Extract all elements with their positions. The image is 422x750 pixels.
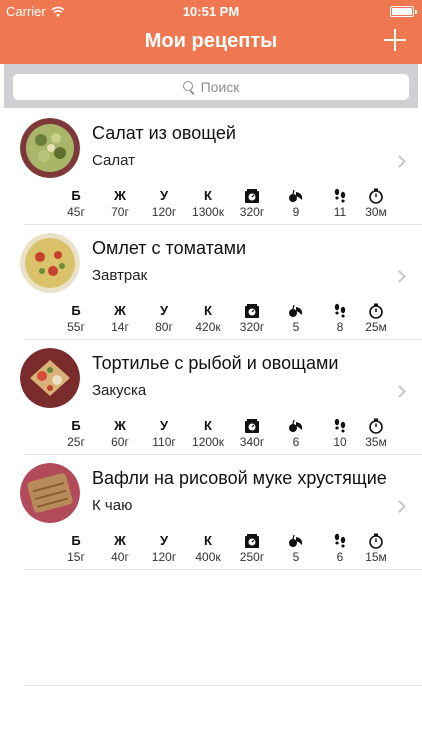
scale-icon bbox=[245, 419, 259, 433]
stopwatch-icon bbox=[369, 418, 383, 434]
kcal-stat: К 1200к bbox=[192, 418, 224, 449]
protein-stat: Б 25г bbox=[67, 418, 85, 449]
recipe-row[interactable]: Омлет с томатами Завтрак Б 55г Ж 14г У 80г … bbox=[20, 225, 422, 340]
search-placeholder: Поиск bbox=[200, 79, 240, 95]
fat-stat: Ж 14г bbox=[111, 303, 129, 334]
scale-icon bbox=[245, 304, 259, 318]
recipe-row[interactable]: Вафли на рисовой муке хрустящие К чаю Б1… bbox=[20, 455, 422, 570]
stopwatch-icon bbox=[369, 303, 383, 319]
carbs-stat: У 120г bbox=[151, 533, 177, 564]
ingredients-stat: 5 bbox=[276, 533, 316, 564]
list-separator bbox=[24, 685, 422, 686]
search-input[interactable]: Поиск bbox=[13, 74, 409, 100]
kcal-stat: К 400к bbox=[195, 533, 221, 564]
time-stat: 25м bbox=[356, 303, 396, 334]
footsteps-icon bbox=[334, 303, 346, 318]
fat-stat: Ж 70г bbox=[111, 188, 129, 219]
search-icon bbox=[182, 81, 195, 93]
search-bar: Поиск bbox=[4, 64, 418, 108]
recipe-name: Вафли на рисовой муке хрустящие bbox=[92, 468, 387, 488]
kcal-stat: К 1300к bbox=[192, 188, 224, 219]
steps-stat: 11 bbox=[320, 188, 360, 219]
recipe-stats: Б 45г Ж 70г У 120г К 1300к 320г 9 11 30м bbox=[56, 188, 387, 220]
carbs-stat: У 120г bbox=[151, 188, 177, 219]
fat-stat: Ж 60г bbox=[111, 418, 129, 449]
top-bar: Carrier 10:51 PM Мои рецепты bbox=[0, 0, 422, 64]
battery-icon bbox=[390, 6, 417, 17]
time-stat: 30м bbox=[356, 188, 396, 219]
time-stat: 35м bbox=[356, 418, 396, 449]
steps-stat: 6 bbox=[320, 533, 360, 564]
recipe-stats: Б 15г Ж 40г У 120г К 400к 250г 5 6 15м bbox=[56, 533, 387, 565]
stopwatch-icon bbox=[369, 533, 383, 549]
recipe-row[interactable]: Салат из овощей Салат Б 45г Ж 70г У 120г К1… bbox=[20, 110, 422, 225]
recipe-name: Тортилье с рыбой и овощами bbox=[92, 353, 339, 373]
ingredients-stat: 5 bbox=[276, 303, 316, 334]
recipe-category: Салат bbox=[92, 152, 135, 169]
steps-stat: 8 bbox=[320, 303, 360, 334]
scale-icon bbox=[245, 534, 259, 548]
ingredients-stat: 6 bbox=[276, 418, 316, 449]
recipe-thumbnail bbox=[20, 348, 80, 408]
chevron-right-icon bbox=[393, 385, 406, 398]
recipe-thumbnail bbox=[20, 463, 80, 523]
fruit-icon bbox=[289, 304, 303, 317]
fat-stat: Ж 40г bbox=[111, 533, 129, 564]
recipe-thumbnail bbox=[20, 118, 80, 178]
recipe-category: К чаю bbox=[92, 497, 133, 514]
chevron-right-icon bbox=[393, 155, 406, 168]
footsteps-icon bbox=[334, 533, 346, 548]
chevron-right-icon bbox=[393, 500, 406, 513]
page-title: Мои рецепты bbox=[144, 30, 278, 52]
weight-stat: 320г bbox=[232, 303, 272, 334]
status-bar: Carrier 10:51 PM bbox=[0, 0, 422, 22]
recipe-category: Завтрак bbox=[92, 267, 148, 284]
carbs-stat: У 110г bbox=[152, 418, 176, 449]
recipe-name: Салат из овощей bbox=[92, 123, 236, 143]
footsteps-icon bbox=[334, 418, 346, 433]
fruit-icon bbox=[289, 189, 303, 202]
ingredients-stat: 9 bbox=[276, 188, 316, 219]
protein-stat: Б 55г bbox=[67, 303, 85, 334]
footsteps-icon bbox=[334, 188, 346, 203]
recipe-name: Омлет с томатами bbox=[92, 238, 247, 258]
time-stat: 15м bbox=[356, 533, 396, 564]
steps-stat: 10 bbox=[320, 418, 360, 449]
carbs-stat: У 80г bbox=[155, 303, 173, 334]
fruit-icon bbox=[289, 534, 303, 547]
weight-stat: 250г bbox=[232, 533, 272, 564]
chevron-right-icon bbox=[393, 270, 406, 283]
weight-stat: 340г bbox=[232, 418, 272, 449]
status-time: 10:51 PM bbox=[182, 4, 240, 19]
recipe-thumbnail bbox=[20, 233, 80, 293]
protein-stat: Б 15г bbox=[67, 533, 85, 564]
scale-icon bbox=[245, 189, 259, 203]
recipe-category: Закуска bbox=[92, 382, 147, 399]
recipe-stats: Б 55г Ж 14г У 80г К 420к 320г 5 8 25м bbox=[56, 303, 387, 335]
protein-stat: Б 45г bbox=[67, 188, 85, 219]
weight-stat: 320г bbox=[232, 188, 272, 219]
recipe-stats: Б 25г Ж 60г У 110г К 1200к 340г 6 10 35м bbox=[56, 418, 387, 450]
kcal-stat: К 420к bbox=[195, 303, 221, 334]
recipe-list: Салат из овощей Салат Б 45г Ж 70г У 120г К1… bbox=[0, 110, 422, 570]
stopwatch-icon bbox=[369, 188, 383, 204]
add-recipe-button[interactable] bbox=[382, 27, 408, 53]
recipe-row[interactable]: Тортилье с рыбой и овощами Закуска Б 25г … bbox=[20, 340, 422, 455]
fruit-icon bbox=[289, 419, 303, 432]
